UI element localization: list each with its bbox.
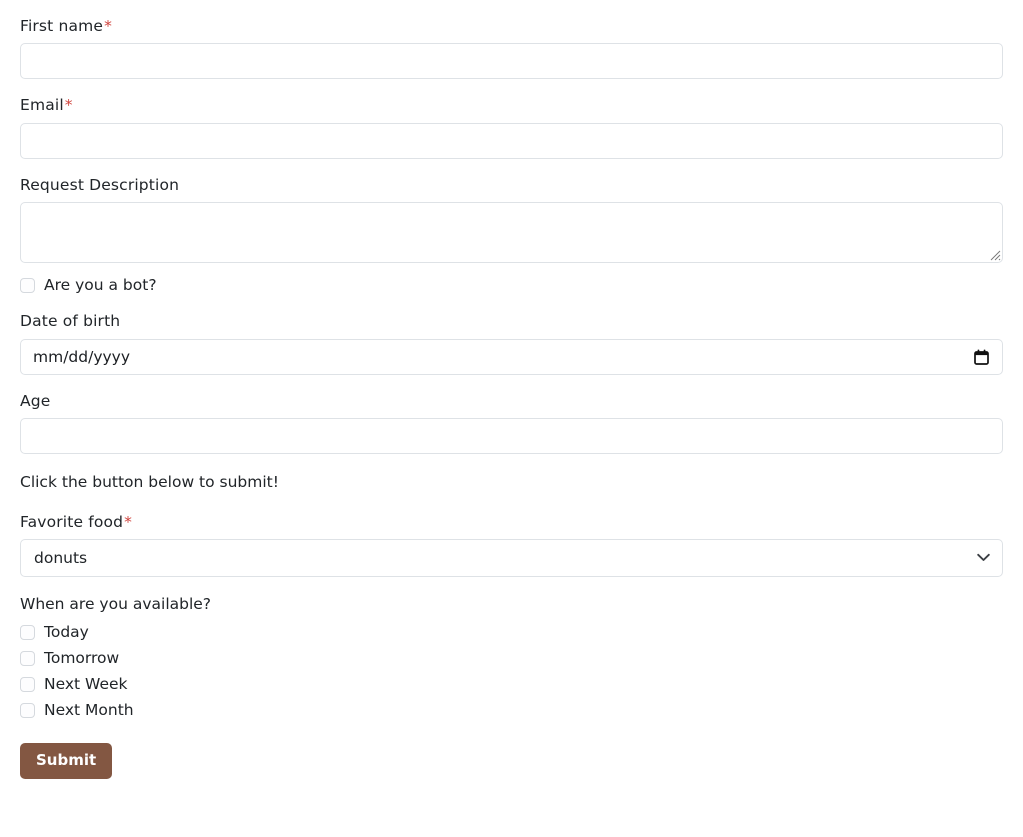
favorite-food-select[interactable]: donuts: [20, 539, 1003, 578]
favorite-food-wrap: donuts: [20, 539, 1003, 578]
availability-label-tomorrow: Tomorrow: [44, 649, 120, 668]
availability-checkbox-today[interactable]: [20, 625, 35, 641]
instruction-text: Click the button below to submit!: [20, 472, 279, 491]
availability-option-tomorrow[interactable]: Tomorrow: [20, 646, 1003, 672]
availability-option-today[interactable]: Today: [20, 620, 1003, 646]
age-input[interactable]: [20, 417, 1003, 454]
first-name-label: First name*: [20, 0, 1003, 43]
availability-label-today: Today: [44, 623, 89, 642]
availability-checkbox-tomorrow[interactable]: [20, 651, 35, 667]
email-label: Email*: [20, 79, 1003, 122]
request-form: First name* Email* Request Description A…: [0, 0, 1023, 779]
date-of-birth-input[interactable]: [20, 338, 1003, 375]
bot-checkbox-row[interactable]: Are you a bot?: [20, 263, 1003, 296]
bot-checkbox[interactable]: [20, 277, 35, 293]
availability-label-next-week: Next Week: [44, 675, 128, 694]
age-label: Age: [20, 391, 51, 410]
date-of-birth-label: Date of birth: [20, 312, 121, 331]
request-description-textarea[interactable]: [20, 201, 1003, 263]
bot-checkbox-label: Are you a bot?: [44, 275, 157, 294]
field-favorite-food: Favorite food* donuts: [20, 496, 1003, 578]
field-request-description: Request Description: [20, 159, 1003, 263]
availability-label-next-month: Next Month: [44, 701, 134, 720]
email-input[interactable]: [20, 122, 1003, 159]
first-name-label-text: First name: [20, 17, 104, 35]
availability-options: Today Tomorrow Next Week Next Month: [20, 620, 1003, 724]
request-description-label: Request Description: [20, 175, 180, 194]
first-name-input[interactable]: [20, 43, 1003, 80]
favorite-food-label: Favorite food*: [20, 496, 1003, 539]
availability-option-next-week[interactable]: Next Week: [20, 672, 1003, 698]
request-description-wrap: [20, 201, 1003, 263]
field-date-of-birth: Date of birth mm/dd/yyyy: [20, 295, 1003, 375]
availability-group-label: When are you available?: [20, 595, 212, 614]
required-asterisk: *: [104, 17, 112, 35]
field-age: Age: [20, 375, 1003, 454]
availability-checkbox-next-month[interactable]: [20, 703, 35, 719]
required-asterisk: *: [124, 513, 133, 532]
field-email: Email*: [20, 79, 1003, 159]
email-label-text: Email: [20, 96, 64, 115]
favorite-food-label-text: Favorite food: [20, 513, 124, 532]
date-of-birth-wrap: mm/dd/yyyy: [20, 338, 1003, 375]
required-asterisk: *: [64, 96, 73, 115]
field-first-name: First name*: [20, 0, 1003, 80]
availability-option-next-month[interactable]: Next Month: [20, 698, 1003, 724]
submit-button[interactable]: Submit: [20, 742, 113, 779]
favorite-food-selected-value: donuts: [34, 549, 88, 568]
availability-checkbox-next-week[interactable]: [20, 677, 35, 693]
